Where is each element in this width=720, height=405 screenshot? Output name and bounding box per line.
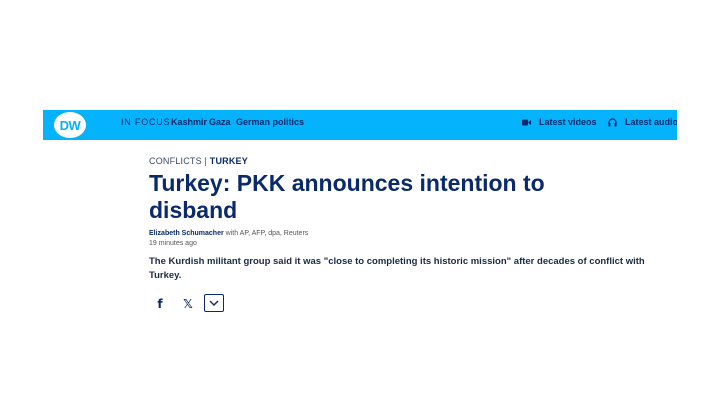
logo-text: DW (59, 117, 81, 133)
publish-time: 19 minutes ago (149, 240, 197, 247)
byline: Elizabeth Schumacher with AP, AFP, dpa, … (149, 230, 308, 237)
in-focus-label: IN FOCUS (121, 117, 171, 127)
breadcrumb-separator: | (204, 156, 208, 166)
topic-link-kashmir[interactable]: Kashmir (171, 117, 207, 127)
topic-link-gaza[interactable]: Gaza (209, 117, 231, 127)
share-x-button[interactable]: 𝕏 (178, 294, 198, 314)
site-header: DW IN FOCUS Kashmir Gaza German politics… (43, 110, 677, 140)
author-link[interactable]: Elizabeth Schumacher (149, 230, 224, 237)
article-teaser: The Kurdish militant group said it was "… (149, 256, 645, 281)
share-more-button[interactable] (204, 294, 224, 312)
dw-logo[interactable]: DW (54, 112, 86, 138)
latest-videos-label: Latest videos (539, 117, 597, 127)
article-headline: Turkey: PKK announces intention to disba… (149, 170, 545, 223)
sources-text: with AP, AFP, dpa, Reuters (225, 230, 309, 237)
video-camera-icon (522, 119, 531, 125)
share-facebook-button[interactable]: f (150, 294, 170, 314)
x-icon: 𝕏 (183, 297, 193, 311)
browser-viewport: DW IN FOCUS Kashmir Gaza German politics… (43, 110, 677, 315)
headphones-icon (608, 117, 617, 126)
breadcrumb: CONFLICTS | TURKEY (149, 156, 248, 166)
category-link[interactable]: CONFLICTS (149, 156, 202, 166)
subcategory-link[interactable]: TURKEY (210, 156, 248, 166)
latest-videos-link[interactable]: Latest videos (522, 117, 597, 127)
latest-audio-label: Latest audio (625, 117, 677, 127)
latest-audio-link[interactable]: Latest audio (608, 117, 677, 127)
facebook-icon: f (157, 297, 163, 311)
chevron-down-icon (209, 300, 219, 306)
topic-link-german-politics[interactable]: German politics (236, 117, 304, 127)
